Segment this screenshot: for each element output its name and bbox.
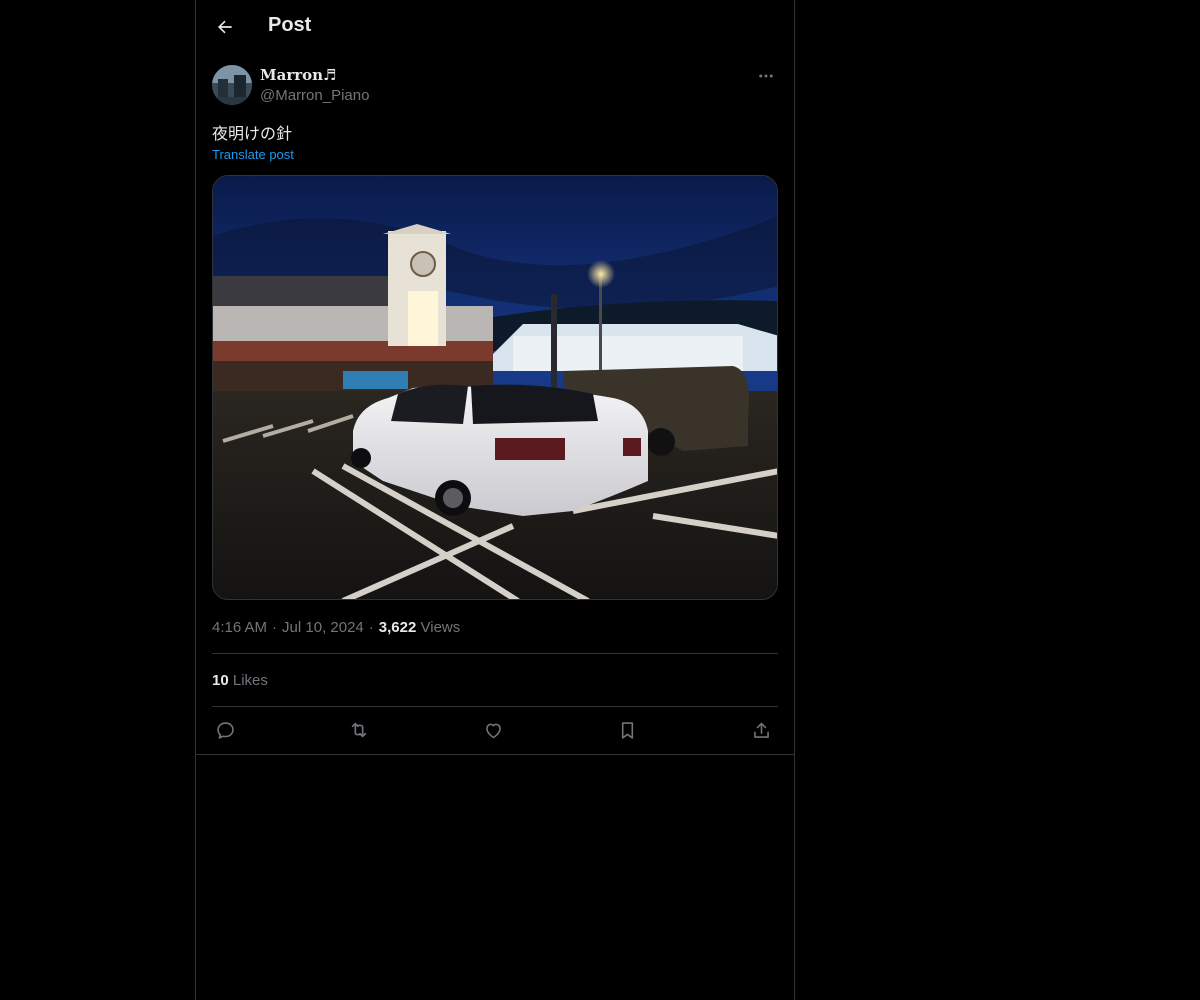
author-display-name[interactable]: Marron♬ [260, 66, 337, 84]
divider [212, 653, 778, 654]
translate-post-link[interactable]: Translate post [212, 147, 294, 162]
more-horizontal-icon [759, 74, 773, 78]
views-label: Views [420, 619, 461, 636]
post-time[interactable]: 4:16 AM [212, 619, 267, 636]
photo-night-parking-lot [213, 176, 777, 599]
action-bar [212, 717, 778, 743]
share-icon [753, 722, 769, 738]
reply-button[interactable] [212, 717, 238, 743]
divider [196, 754, 794, 755]
separator: · [272, 619, 278, 636]
bookmark-button[interactable] [614, 717, 640, 743]
post-photo[interactable] [212, 175, 778, 600]
avatar-image [212, 65, 252, 105]
likes-count: 10 [212, 672, 229, 689]
arrow-left-icon [218, 20, 232, 34]
page-title: Post [268, 14, 312, 36]
post-metadata: 4:16 AM · Jul 10, 2024 · 3,622 Views [212, 619, 460, 636]
repost-button[interactable] [346, 717, 372, 743]
likes-summary[interactable]: 10 Likes [212, 672, 268, 689]
avatar[interactable] [212, 65, 252, 105]
author-handle[interactable]: @Marron_Piano [260, 87, 369, 104]
author-block: Marron♬ @Marron_Piano [212, 64, 778, 108]
likes-label: Likes [232, 672, 268, 689]
post-text: 夜明けの針 [212, 124, 293, 143]
post-date[interactable]: Jul 10, 2024 [282, 619, 364, 636]
post-column: Post Marron♬ @Marron_Piano 夜明けの針 Transla… [195, 0, 795, 1000]
like-button[interactable] [480, 717, 506, 743]
separator: · [368, 619, 374, 636]
heart-icon [485, 723, 501, 738]
bookmark-icon [621, 721, 633, 739]
top-bar: Post [196, 0, 794, 54]
more-options-button[interactable] [754, 64, 778, 88]
views-count: 3,622 [378, 619, 417, 636]
share-button[interactable] [748, 717, 774, 743]
repost-icon [351, 722, 367, 738]
reply-icon [216, 721, 234, 739]
back-button[interactable] [208, 10, 242, 44]
divider [212, 706, 778, 707]
